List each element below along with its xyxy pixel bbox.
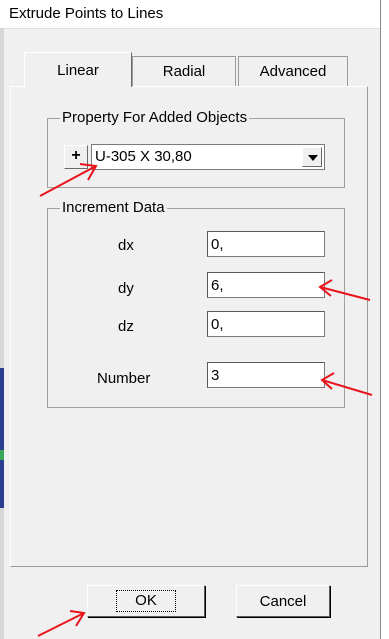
dz-label: dz <box>118 318 134 335</box>
background-window-strip <box>0 368 4 508</box>
dy-label: dy <box>118 280 134 297</box>
tab-linear-label: Linear <box>57 61 99 79</box>
number-label: Number <box>97 370 151 387</box>
ok-button[interactable]: OK <box>87 585 205 617</box>
background-window-edge <box>0 28 4 639</box>
tab-advanced-label: Advanced <box>259 63 327 80</box>
dy-field[interactable] <box>207 272 325 298</box>
add-property-button[interactable]: + <box>64 145 88 169</box>
title-bar: Extrude Points to Lines <box>0 0 380 29</box>
cancel-button-label: Cancel <box>259 592 307 610</box>
dialog-title: Extrude Points to Lines <box>9 5 164 22</box>
tab-radial[interactable]: Radial <box>132 56 236 86</box>
extrude-dialog: Extrude Points to Lines Linear Radial Ad… <box>0 0 381 639</box>
background-window-mark <box>0 450 4 460</box>
increment-group-legend: Increment Data <box>60 199 167 216</box>
property-select-value: U-305 X 30,80 <box>95 148 192 165</box>
dx-label: dx <box>118 237 134 254</box>
tab-advanced[interactable]: Advanced <box>238 56 348 86</box>
chevron-down-icon[interactable] <box>302 147 322 167</box>
property-select[interactable]: U-305 X 30,80 <box>91 144 325 170</box>
dz-field[interactable] <box>207 311 325 337</box>
tab-radial-label: Radial <box>162 63 206 80</box>
dx-field[interactable] <box>207 231 325 257</box>
tab-linear[interactable]: Linear <box>24 52 132 87</box>
property-group-legend: Property For Added Objects <box>60 109 250 126</box>
ok-button-label: OK <box>116 590 176 612</box>
cancel-button[interactable]: Cancel <box>236 585 330 617</box>
number-field[interactable] <box>207 362 325 388</box>
